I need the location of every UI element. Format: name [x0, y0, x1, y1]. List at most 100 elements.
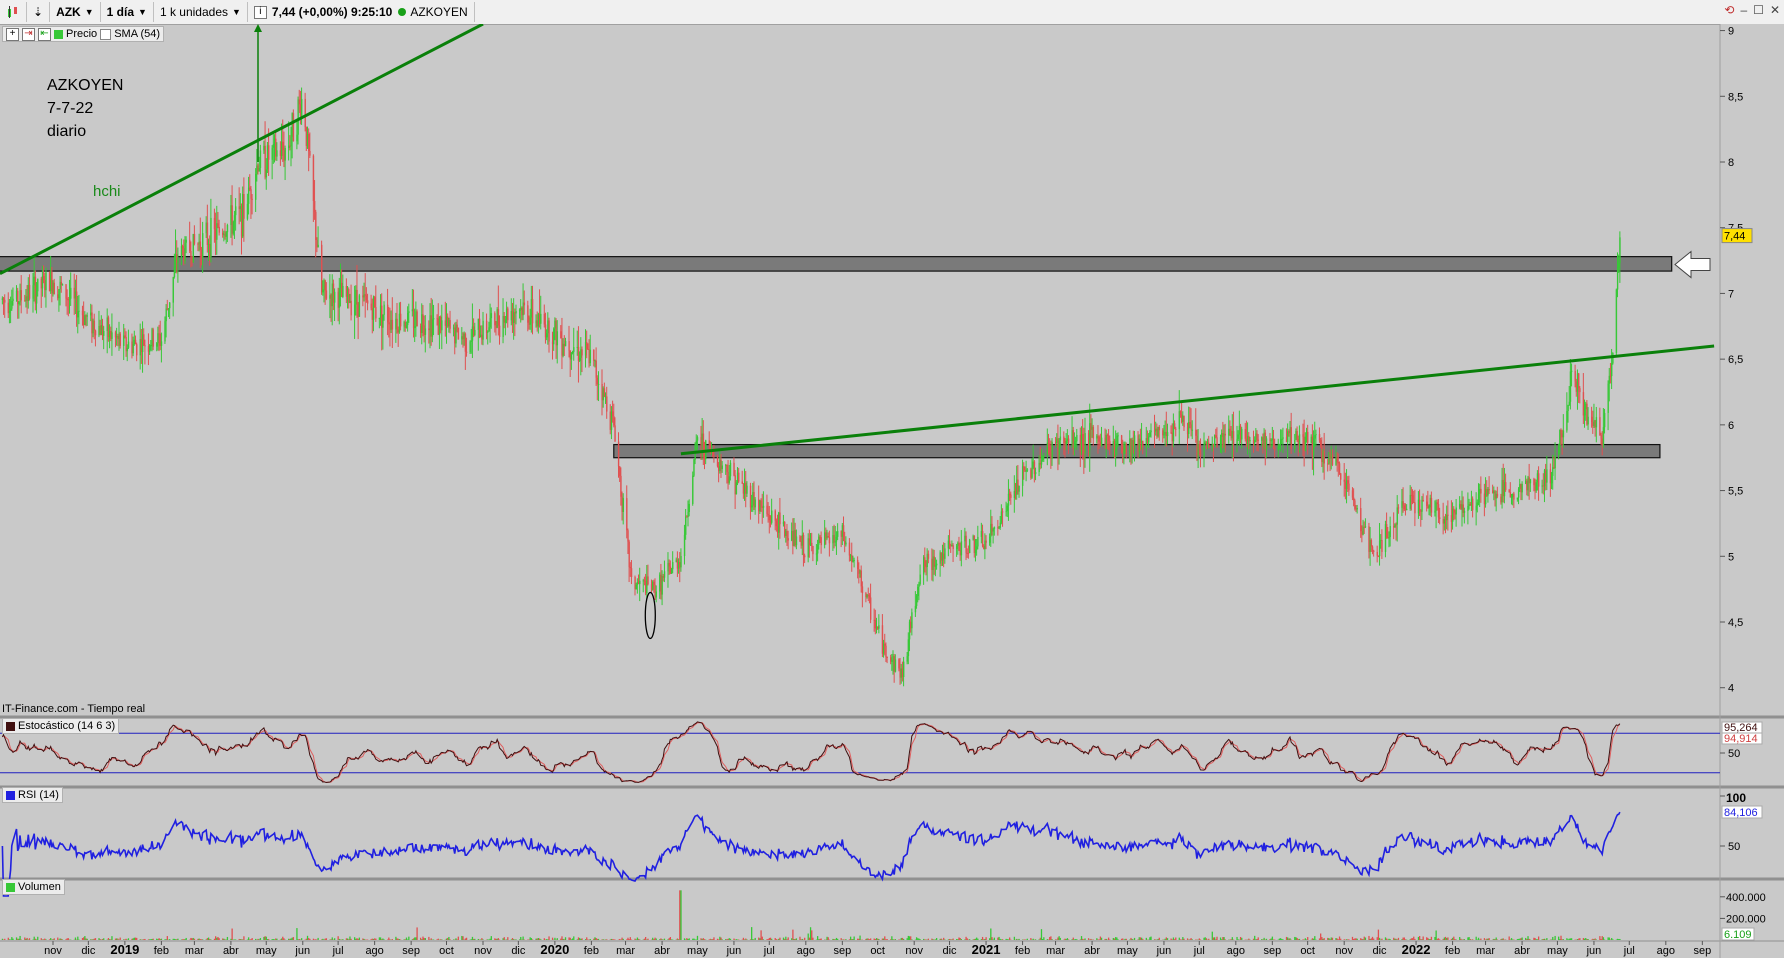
volume-bar — [884, 936, 886, 940]
candle-body — [365, 295, 368, 301]
chart-canvas[interactable]: 98,587,576,565,554,547,445095,26494,9141… — [0, 24, 1784, 958]
candle-body — [833, 535, 835, 543]
candle-body — [1195, 429, 1197, 436]
volume-bar — [1443, 937, 1446, 940]
volume-bar — [1559, 939, 1561, 940]
maximize-icon[interactable]: ☐ — [1753, 3, 1764, 17]
candle-body — [246, 203, 249, 219]
minimize-icon[interactable]: – — [1740, 3, 1747, 17]
candle-body — [1376, 551, 1378, 556]
units-select[interactable]: 1 k unidades ▼ — [154, 2, 248, 22]
volume-bar — [1354, 938, 1356, 940]
volume-bar — [965, 936, 967, 940]
volume-bar — [858, 938, 860, 940]
volume-bar — [423, 937, 425, 940]
volume-bar — [1328, 938, 1330, 940]
volume-bar — [1600, 939, 1602, 940]
volume-bar — [1414, 938, 1416, 940]
volume-bar — [1396, 939, 1398, 940]
info-icon[interactable]: i — [253, 5, 267, 19]
candle-body — [1116, 435, 1118, 449]
refresh-icon[interactable]: ⟲ — [1724, 3, 1734, 17]
chart-type-icon[interactable] — [0, 2, 27, 22]
candle-body — [1320, 440, 1322, 446]
candle-body — [10, 308, 12, 311]
candle-body — [422, 314, 424, 326]
symbol-select[interactable]: AZK ▼ — [50, 2, 101, 22]
volume-bar — [1142, 938, 1144, 940]
candle-body — [1595, 417, 1598, 428]
candle-body — [1026, 469, 1029, 471]
period-select[interactable]: 1 día ▼ — [101, 2, 154, 22]
volume-bar — [233, 939, 236, 940]
volume-bar — [1314, 936, 1316, 940]
candle-body — [1529, 479, 1532, 484]
volume-bar — [627, 937, 629, 940]
volume-bar — [223, 938, 225, 940]
volume-bar — [7, 937, 9, 940]
price-legend-label[interactable]: Precio — [66, 28, 97, 40]
remove-icon[interactable]: ⇥ — [22, 27, 35, 41]
candle-body — [993, 527, 996, 529]
rsi-label[interactable]: RSI (14) — [18, 789, 59, 801]
volume-bar — [536, 938, 538, 940]
close-icon[interactable]: ✕ — [1770, 3, 1780, 17]
volume-bar — [833, 939, 835, 940]
volume-bar — [1602, 937, 1605, 940]
volume-bar — [217, 936, 219, 940]
volume-bar — [1006, 939, 1008, 940]
volume-bar — [958, 937, 960, 940]
volume-bar — [696, 935, 699, 940]
add-indicator-icon[interactable]: + — [6, 27, 19, 41]
volume-bar — [957, 939, 959, 940]
volume-bar — [1255, 939, 1257, 940]
candle-body — [1353, 497, 1355, 501]
volume-bar — [503, 937, 505, 940]
candle-body — [655, 591, 657, 598]
volume-bar — [1043, 937, 1045, 940]
candle-body — [1455, 507, 1457, 515]
candle-body — [1318, 434, 1321, 441]
volume-bar — [8, 939, 11, 940]
candle-body — [513, 312, 515, 323]
candle-body — [1237, 434, 1239, 439]
pointer-icon[interactable]: ⇣ — [27, 2, 51, 22]
candle-body — [356, 289, 358, 303]
candle-body — [259, 150, 262, 168]
volume-bar — [793, 939, 795, 940]
quote-text: 7,44 (+0,00%) 9:25:10 — [271, 5, 393, 19]
volume-bar — [522, 936, 524, 940]
volume-bar — [1000, 939, 1003, 940]
candle-body — [672, 562, 674, 570]
volume-bar — [812, 937, 814, 940]
volume-bar — [1090, 938, 1092, 940]
sma-legend-label[interactable]: SMA (54) — [114, 28, 160, 40]
stoch-label[interactable]: Estocástico (14 6 3) — [18, 720, 115, 732]
volume-bar — [1595, 939, 1598, 940]
add-icon[interactable]: ⇤ — [38, 27, 51, 41]
volume-bar — [375, 938, 377, 940]
rsi-line — [1, 811, 1621, 897]
candle-body — [738, 472, 740, 482]
candle-body — [716, 455, 719, 467]
volume-bar — [107, 938, 110, 940]
x-tick-label: jun — [1156, 945, 1172, 957]
volume-bar — [490, 936, 492, 940]
candle-body — [749, 485, 752, 508]
candle-body — [1337, 462, 1340, 464]
candle-body — [1158, 426, 1161, 431]
volume-bar — [1569, 938, 1572, 940]
volume-bar — [342, 939, 344, 940]
volume-bar — [1437, 938, 1440, 940]
volume-tick-label: 200.000 — [1726, 913, 1766, 925]
volume-bar — [1585, 937, 1587, 940]
volume-bar — [760, 930, 762, 940]
candle-body — [670, 569, 673, 574]
volume-label[interactable]: Volumen — [18, 881, 61, 893]
volume-bar — [160, 938, 163, 940]
candle-body — [853, 560, 855, 562]
volume-bar — [296, 928, 298, 940]
volume-bar — [619, 938, 621, 940]
candle-body — [134, 339, 137, 345]
volume-bar — [1216, 936, 1218, 940]
